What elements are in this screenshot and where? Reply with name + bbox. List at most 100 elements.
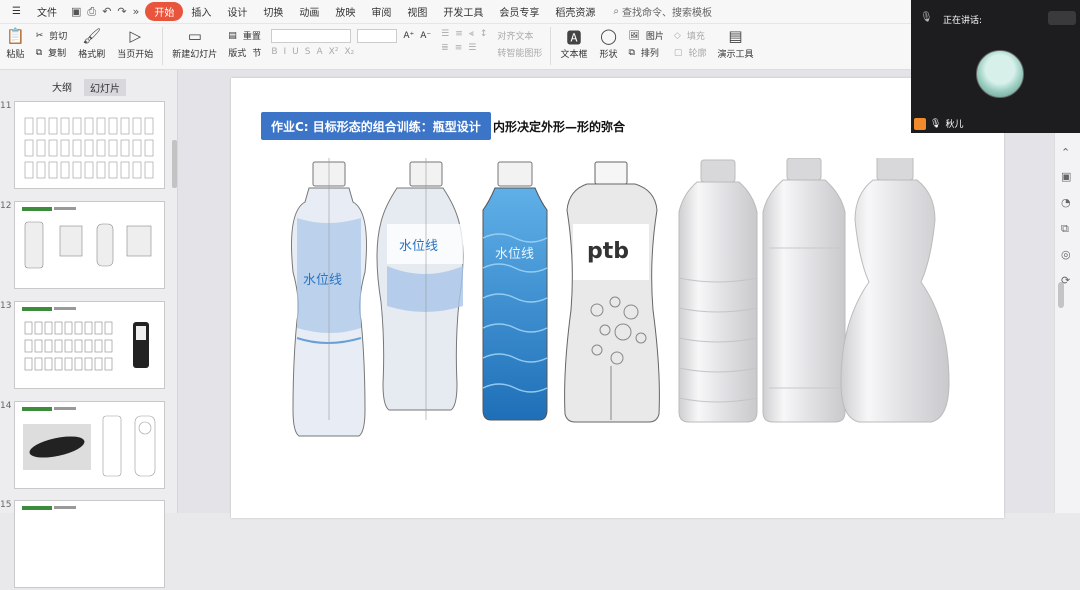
animation-icon[interactable]: ◔ [1061,196,1071,209]
slide-thumbnail-12[interactable]: 12 [0,201,172,291]
picture-button[interactable]: 🖼 图片 [628,29,663,43]
tab-transition[interactable]: 切换 [255,4,291,19]
thumbnail-phones [24,321,149,371]
tab-animation[interactable]: 动画 [291,4,327,19]
font-color-icon[interactable]: A [316,47,322,57]
tab-home[interactable]: 开始 [145,2,184,21]
tab-docer[interactable]: 稻壳资源 [547,4,603,19]
slide-thumbnail-13[interactable]: 13 [0,301,172,391]
property-icon[interactable]: ▣ [1061,170,1071,183]
thumbnail-shapes [24,221,152,269]
command-search[interactable]: ⌕ 查找命令、搜索模板 [603,4,712,19]
subscript-icon[interactable]: X₂ [344,47,354,57]
align-text-button[interactable]: 对齐文本 [497,29,542,42]
participant-name: 秋儿 [945,120,964,130]
reset-button[interactable]: ▤ 重置 [228,29,261,43]
present-tools-icon: ▤ [728,27,743,45]
tab-slideshow[interactable]: 放映 [327,4,363,19]
font-name-input[interactable] [271,29,352,43]
play-from-current-button[interactable]: ▷ 当页开始 [111,27,159,60]
layout-button[interactable]: 版式 [228,46,246,59]
save-icon[interactable]: ▣ [71,5,81,19]
slide-thumbnail-15[interactable]: 15 [0,500,172,590]
justify-icon[interactable]: ☰ [468,43,476,53]
align-center-icon[interactable]: ≣ [441,43,449,53]
tab-developer[interactable]: 开发工具 [435,4,491,19]
bottle-5 [678,159,758,423]
thumbnail-subtitle-bar [54,506,76,509]
shape-button[interactable]: ◯ 形状 [593,27,623,60]
thumbnail [14,301,165,389]
redo-icon[interactable]: ↷ [117,5,126,19]
textbox-icon: 🅰 [566,29,582,47]
bullet-list-icon[interactable]: ☰ [441,29,449,39]
current-slide[interactable]: 作业C: 目标形态的组合训练：瓶型设计 内形决定外形—形的弥合 水位线 水位线 … [231,78,1004,518]
bottle-label-text: 水位线 [399,239,438,254]
tab-view[interactable]: 视图 [399,4,435,19]
bottle-6 [762,158,846,423]
thumbnail-title-bar [22,506,52,510]
slide-title[interactable]: 作业C: 目标形态的组合训练：瓶型设计 [261,112,491,140]
smartart-button[interactable]: 转智能图形 [497,46,542,59]
bottle-3: 水位线 [482,161,548,421]
outline-icon: ▢ [673,47,683,58]
undo-icon[interactable]: ↶ [102,5,111,19]
bottle-label-text: 水位线 [495,247,534,262]
underline-icon[interactable]: U [292,47,299,57]
quick-access: ▣ ⎙ ↶ ↷ » [65,5,145,19]
tab-review[interactable]: 审阅 [363,4,399,19]
outline-button[interactable]: ▢ 轮廓 [673,46,707,60]
slide-thumbnail-11[interactable]: 11 [0,101,172,191]
font-size-input[interactable] [357,29,398,43]
tab-outline[interactable]: 大纲 [52,79,72,96]
paste-button[interactable]: 📋 粘贴 [0,27,31,60]
cut-button[interactable]: ✂ 剪切 [36,29,68,43]
menu-file[interactable]: 文件 [29,4,65,19]
paste-icon: 📋 [6,27,25,45]
picture-icon: 🖼 [628,30,640,41]
format-painter-button[interactable]: 🖌 格式刷 [72,27,111,60]
copy-button[interactable]: ⧉ 复制 [35,46,68,60]
align-right-icon[interactable]: ≡ [455,43,463,53]
textbox-button[interactable]: 🅰 文本框 [554,27,593,60]
arrange-icon: ⧉ [628,47,635,58]
font-grow-icon[interactable]: A⁺ [403,31,414,41]
microphone-icon: 🎙 [920,12,933,23]
arrange-button[interactable]: ⧉ 排列 [628,46,663,60]
divider [162,27,164,65]
design-icon[interactable]: ◎ [1061,248,1071,261]
present-tools-button[interactable]: ▤ 演示工具 [711,27,759,60]
panel-scrollbar[interactable] [172,140,177,188]
slide-panel: 大纲 幻灯片 11 12 13 14 15 [0,70,178,588]
collapse-icon[interactable]: ⌃ [1061,146,1070,159]
tab-slides[interactable]: 幻灯片 [84,79,126,96]
shape-icon: ◯ [600,27,617,45]
slide-thumbnail-14[interactable]: 14 [0,401,172,491]
transition-icon[interactable]: ⧉ [1061,222,1069,236]
tab-insert[interactable]: 插入 [183,4,219,19]
strike-icon[interactable]: S [305,47,311,57]
tab-design[interactable]: 设计 [219,4,255,19]
copy-icon: ⧉ [35,47,43,58]
thumbnail [14,500,165,588]
font-shrink-icon[interactable]: A⁻ [420,31,431,41]
bottle-label-text: 水位线 [303,273,342,288]
numbered-list-icon[interactable]: ≡ [455,29,463,39]
more-icon[interactable]: » [133,5,140,19]
fill-button[interactable]: ◇ 填充 [674,29,707,43]
superscript-icon[interactable]: X² [329,47,339,57]
hamburger-icon[interactable]: ☰ [4,6,29,17]
slide-subtitle[interactable]: 内形决定外形—形的弥合 [493,118,625,135]
new-slide-icon: ▭ [187,27,202,45]
section-button[interactable]: 节 [252,46,261,59]
line-spacing-icon[interactable]: ↕ [480,29,488,39]
mic-small-icon: 🎙 [930,118,942,129]
bold-icon[interactable]: B [271,47,277,57]
new-slide-button[interactable]: ▭ 新建幻灯片 [166,27,223,60]
align-left-icon[interactable]: ⫷ [469,29,474,39]
canvas-scrollbar[interactable] [1058,282,1064,308]
bottle-2: 水位线 [376,158,464,420]
print-icon[interactable]: ⎙ [87,5,96,19]
italic-icon[interactable]: I [284,47,287,57]
tab-member[interactable]: 会员专享 [491,4,547,19]
